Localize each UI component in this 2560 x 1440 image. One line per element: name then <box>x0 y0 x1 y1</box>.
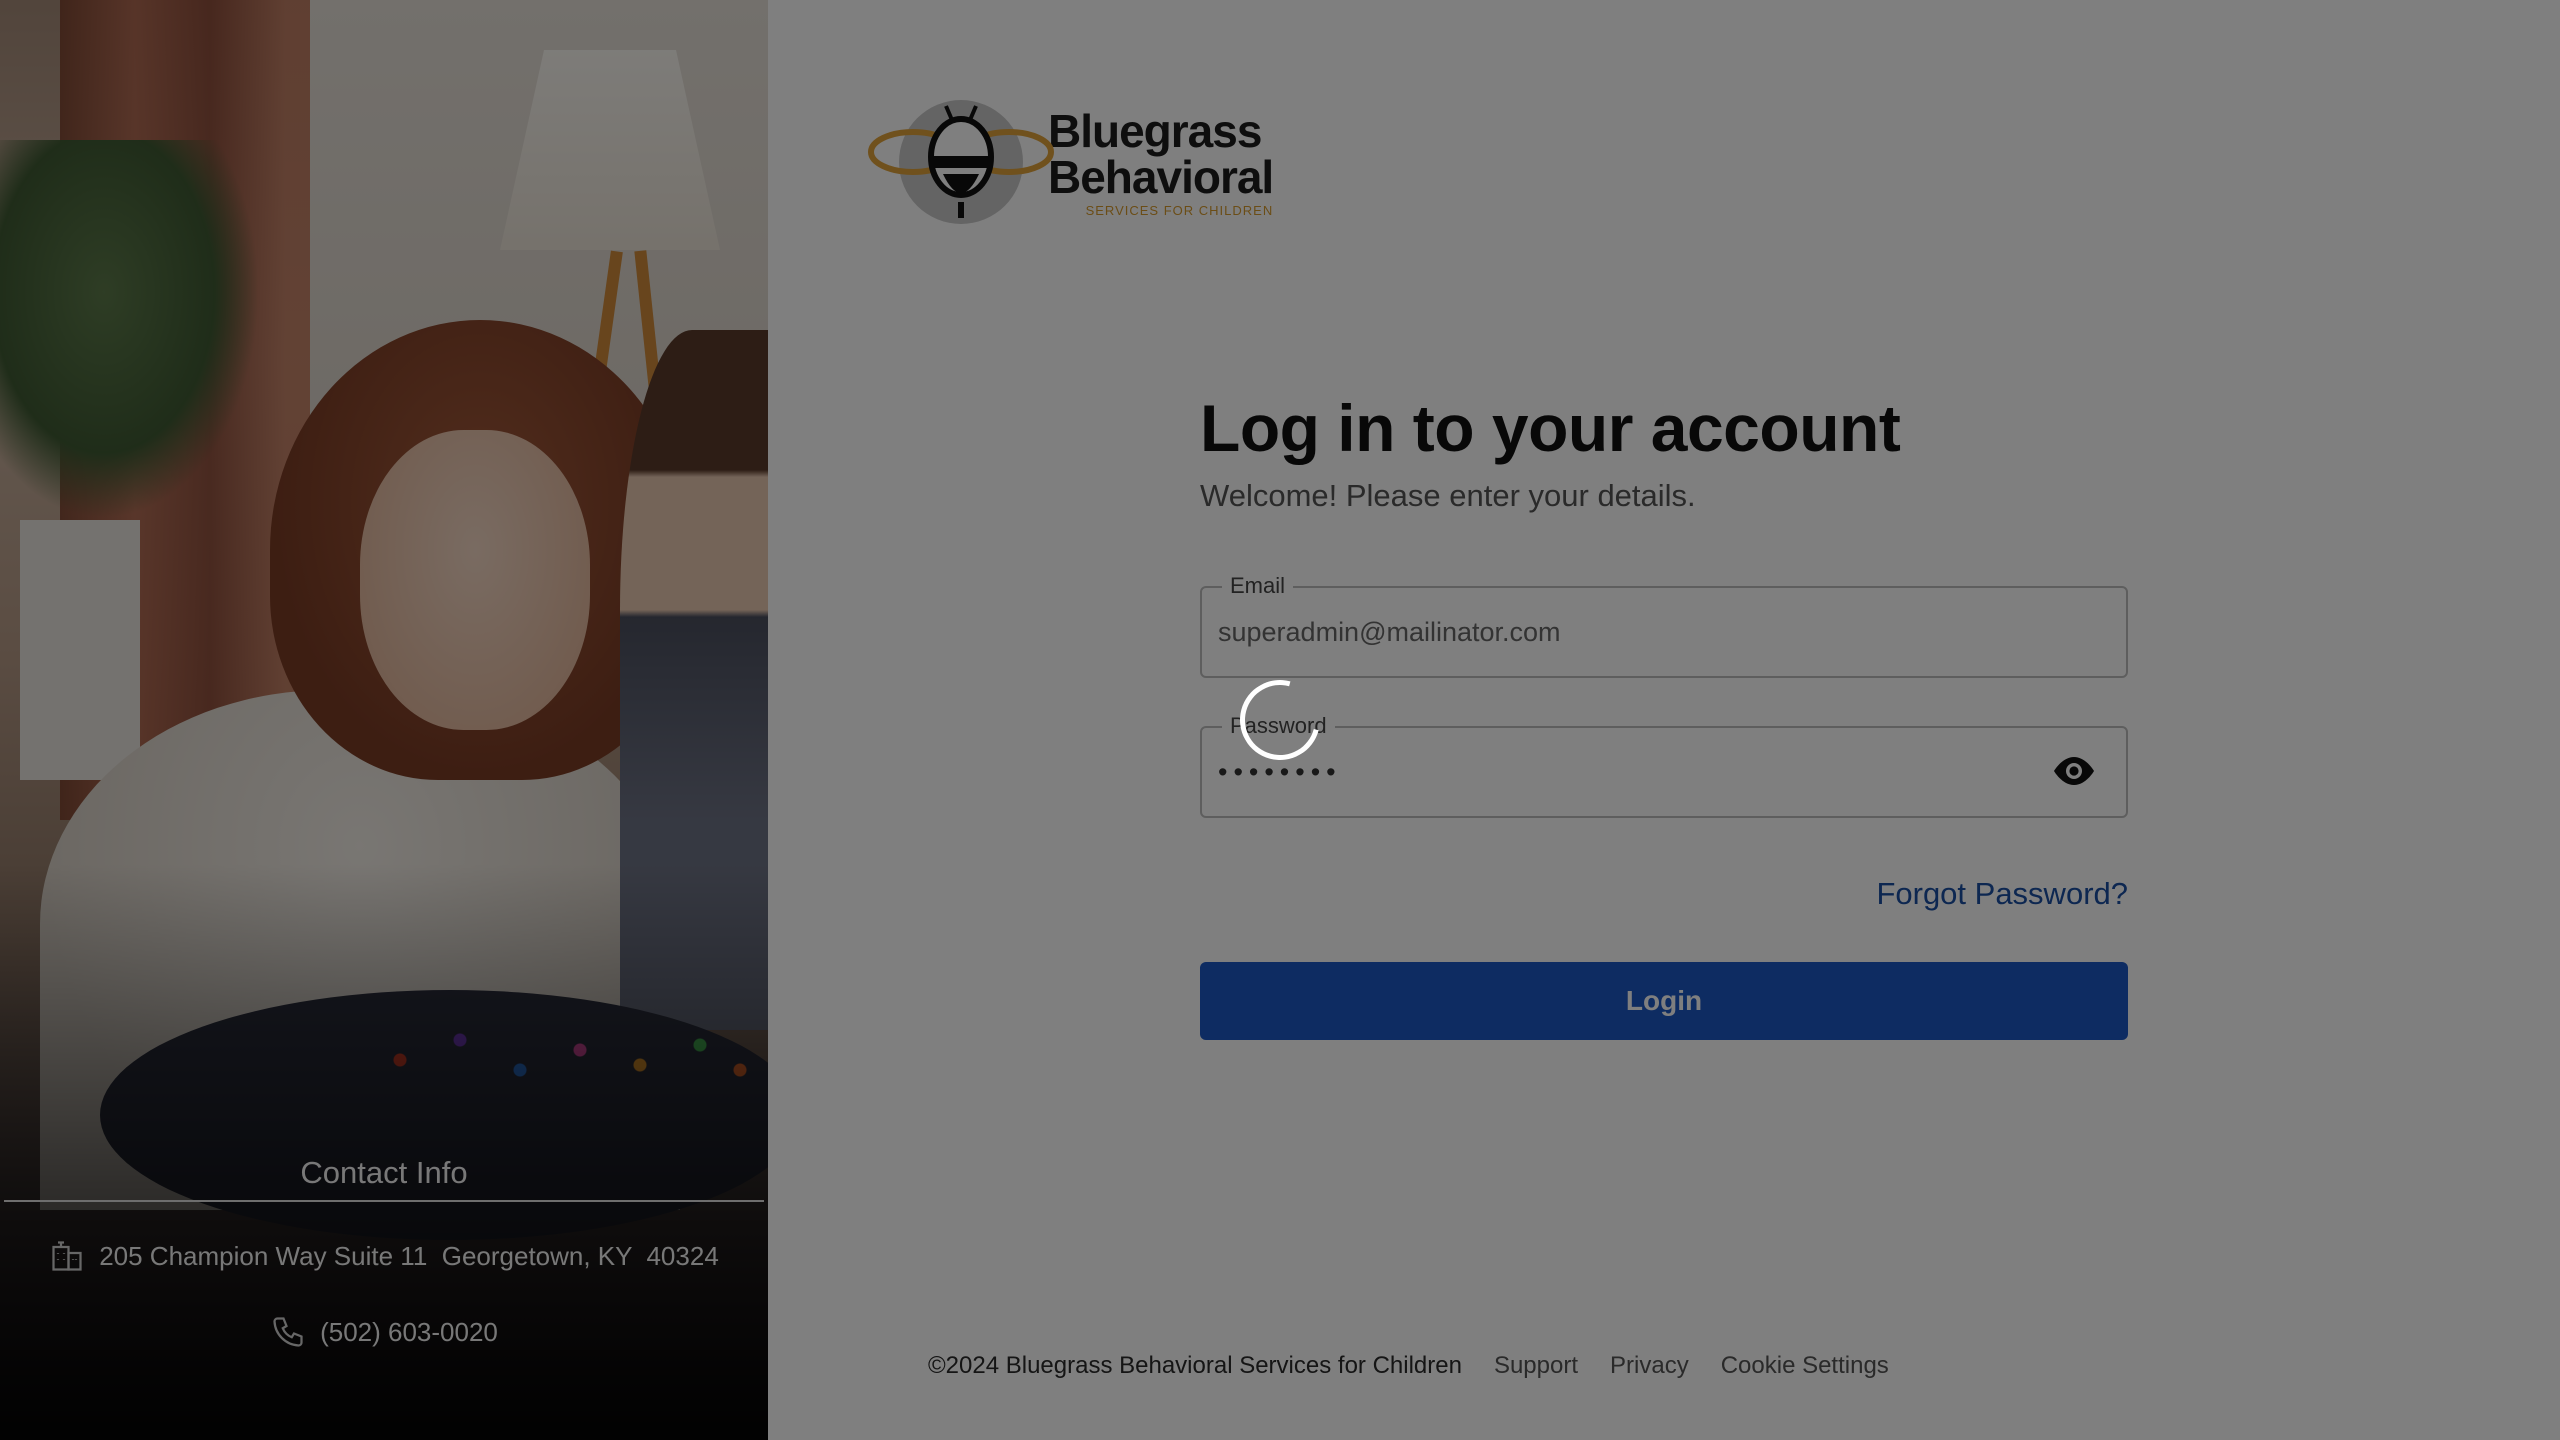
brand-name-line2: Behavioral <box>1048 150 1274 203</box>
phone-icon <box>273 1317 303 1347</box>
page-subtitle: Welcome! Please enter your details. <box>1200 478 1696 513</box>
brand-logo[interactable]: Bluegrass Behavioral SERVICES FOR CHILDR… <box>868 92 1274 232</box>
brand-name-line1: Bluegrass <box>1048 104 1262 157</box>
password-field: Password <box>1200 713 2128 818</box>
forgot-password-link[interactable]: Forgot Password? <box>1200 876 2128 912</box>
bee-icon <box>868 92 1054 232</box>
email-input[interactable] <box>1202 588 2126 676</box>
password-input[interactable] <box>1202 728 2126 816</box>
address-row: 205 Champion Way Suite 11 Georgetown, KY… <box>0 1238 768 1274</box>
page-title: Log in to your account <box>1200 391 1901 465</box>
address-text: 205 Champion Way Suite 11 Georgetown, KY… <box>99 1240 719 1271</box>
login-button[interactable]: Login <box>1200 962 2128 1040</box>
login-form: Log in to your account Welcome! Please e… <box>1200 390 2128 1040</box>
footer-link-support[interactable]: Support <box>1494 1352 1578 1380</box>
building-icon <box>52 1241 82 1271</box>
contact-divider <box>4 1200 764 1202</box>
footer-link-cookie-settings[interactable]: Cookie Settings <box>1721 1352 1889 1380</box>
phone-text[interactable]: (502) 603-0020 <box>320 1317 498 1348</box>
eye-icon[interactable] <box>2050 754 2098 788</box>
copyright-text: ©2024 Bluegrass Behavioral Services for … <box>928 1352 1462 1379</box>
footer: ©2024 Bluegrass Behavioral Services for … <box>928 1352 1889 1380</box>
footer-link-privacy[interactable]: Privacy <box>1610 1352 1689 1380</box>
phone-row[interactable]: (502) 603-0020 <box>0 1314 768 1350</box>
contact-info: Contact Info 205 Champion Way Suite 11 G… <box>0 1140 768 1350</box>
brand-tagline: SERVICES FOR CHILDREN <box>1085 202 1274 218</box>
email-field: Email <box>1200 573 2128 678</box>
contact-title: Contact Info <box>300 1155 468 1190</box>
